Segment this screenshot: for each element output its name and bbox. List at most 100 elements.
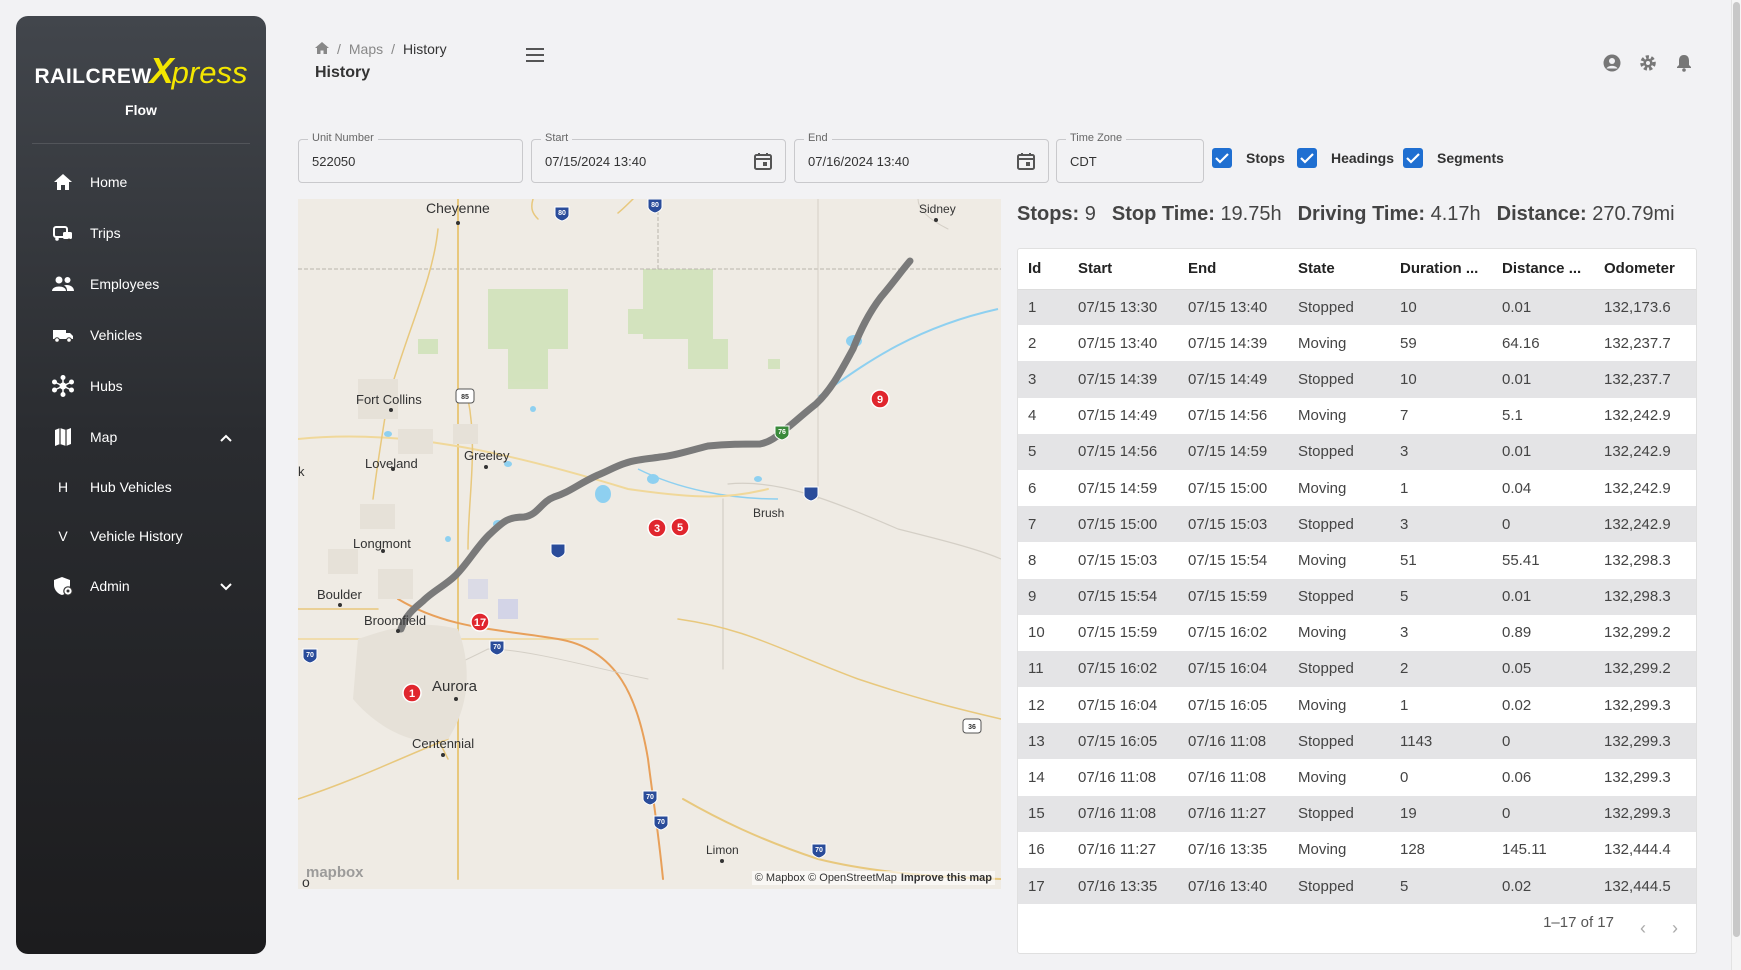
bell-icon[interactable] — [1673, 52, 1695, 74]
unit-number-input[interactable] — [299, 140, 522, 183]
calendar-icon[interactable] — [753, 151, 773, 176]
column-header-start[interactable]: Start — [1068, 249, 1178, 290]
app-logo[interactable]: RAILCREW Xpress — [35, 50, 248, 92]
time-zone-field[interactable]: Time Zone — [1056, 132, 1204, 183]
cell-odometer: 132,299.2 — [1604, 624, 1671, 642]
cell-duration: 51 — [1400, 551, 1417, 569]
column-header-end[interactable]: End — [1178, 249, 1288, 290]
calendar-icon[interactable] — [1016, 151, 1036, 176]
table-row[interactable]: 9 07/15 15:54 07/15 15:59 Stopped 5 0.01 132,2… — [1018, 578, 1696, 615]
cell-start: 07/16 11:08 — [1068, 795, 1178, 832]
table-row[interactable]: 1 07/15 13:30 07/15 13:40 Stopped 10 0.01 132,… — [1018, 289, 1696, 326]
end-date-field[interactable]: End — [794, 132, 1049, 183]
chevron-right-icon[interactable]: › — [1672, 918, 1678, 939]
route-map[interactable]: 80 80 85 76 70 70 70 70 70 36 Cheyenne S… — [298, 199, 1001, 889]
chevron-down-icon[interactable] — [220, 578, 232, 594]
check-icon[interactable] — [1297, 148, 1317, 168]
sidebar-item-hubs[interactable]: Hubs — [16, 360, 266, 411]
end-date-input[interactable] — [795, 140, 1048, 183]
table-row[interactable]: 6 07/15 14:59 07/15 15:00 Moving 1 0.04 132,24… — [1018, 470, 1696, 506]
stop-marker[interactable]: 3 — [647, 518, 667, 538]
unit-number-field[interactable]: Unit Number — [298, 132, 523, 183]
stops-checkbox-label: Stops — [1246, 150, 1285, 166]
stop-time-stat: Stop Time: 19.75h — [1112, 203, 1282, 226]
table-row[interactable]: 17 07/16 13:35 07/16 13:40 Stopped 5 0.02 132,… — [1018, 868, 1696, 905]
time-zone-label: Time Zone — [1066, 132, 1127, 144]
check-icon[interactable] — [1403, 148, 1423, 168]
cell-duration: 59 — [1400, 334, 1417, 352]
stops-checkbox[interactable]: Stops — [1212, 148, 1285, 168]
cell-odometer: 132,299.3 — [1594, 723, 1696, 760]
table-row[interactable]: 3 07/15 14:39 07/15 14:49 Stopped 10 0.01 132,… — [1018, 361, 1696, 398]
cell-odometer: 132,298.3 — [1594, 578, 1696, 615]
page-scrollbar[interactable] — [1731, 0, 1741, 970]
table-row[interactable]: 16 07/16 11:27 07/16 13:35 Moving 128 145.11 1… — [1018, 832, 1696, 868]
home-icon[interactable] — [315, 41, 329, 57]
table-row[interactable]: 12 07/15 16:04 07/15 16:05 Moving 1 0.02 132,2… — [1018, 687, 1696, 723]
sidebar-item-vehicles[interactable]: Vehicles — [16, 309, 266, 360]
sidebar-item-employees[interactable]: Employees — [16, 258, 266, 309]
sidebar-item-label: Home — [90, 173, 128, 190]
stop-marker[interactable]: 17 — [470, 612, 490, 632]
table-row[interactable]: 7 07/15 15:00 07/15 15:03 Stopped 3 0 132,242.… — [1018, 506, 1696, 543]
headings-checkbox[interactable]: Headings — [1297, 148, 1394, 168]
chevron-up-icon[interactable] — [220, 429, 232, 445]
stop-marker[interactable]: 1 — [402, 683, 422, 703]
cell-odometer: 132,237.7 — [1604, 334, 1671, 352]
column-header-duration[interactable]: Duration ... — [1390, 249, 1492, 290]
mapbox-logo[interactable]: mapbox — [306, 864, 364, 881]
account-icon[interactable] — [1601, 52, 1623, 74]
driving-time-stat-label: Driving Time: — [1297, 203, 1426, 225]
sidebar-item-hub-vehicles[interactable]: H Hub Vehicles — [16, 462, 266, 511]
gear-icon[interactable] — [1637, 52, 1659, 74]
time-zone-input[interactable] — [1057, 140, 1203, 183]
column-header-odometer[interactable]: Odometer — [1594, 249, 1696, 290]
column-header-id[interactable]: Id — [1018, 249, 1068, 290]
cell-end: 07/16 11:08 — [1188, 769, 1267, 787]
map-shield-label: 70 — [646, 794, 654, 801]
column-header-state[interactable]: State — [1288, 249, 1390, 290]
table-row[interactable]: 2 07/15 13:40 07/15 14:39 Moving 59 64.16 132,… — [1018, 325, 1696, 361]
table-row[interactable]: 13 07/15 16:05 07/16 11:08 Stopped 1143 0 132,… — [1018, 723, 1696, 760]
table-header-row: Id Start End State Duration ... Distance… — [1018, 249, 1696, 290]
svg-text:17: 17 — [474, 617, 486, 629]
improve-map-link[interactable]: Improve this map — [901, 872, 992, 884]
menu-toggle-button[interactable] — [526, 48, 544, 67]
cell-state: Moving — [1298, 334, 1347, 352]
start-date-field[interactable]: Start — [531, 132, 786, 183]
table-row[interactable]: 8 07/15 15:03 07/15 15:54 Moving 51 55.41 132,… — [1018, 542, 1696, 578]
sidebar-item-trips[interactable]: Trips — [16, 207, 266, 258]
cell-start: 07/15 14:39 — [1068, 361, 1178, 398]
table-row[interactable]: 15 07/16 11:08 07/16 11:27 Stopped 19 0 132,29… — [1018, 795, 1696, 832]
stop-marker[interactable]: 5 — [670, 517, 690, 537]
cell-odometer: 132,173.6 — [1594, 289, 1696, 326]
start-date-input[interactable] — [532, 140, 785, 183]
table-row[interactable]: 14 07/16 11:08 07/16 11:08 Moving 0 0.06 132,2… — [1018, 759, 1696, 795]
scrollbar-thumb[interactable] — [1733, 2, 1740, 937]
table-row[interactable]: 10 07/15 15:59 07/15 16:02 Moving 3 0.89 132,2… — [1018, 615, 1696, 651]
stop-marker[interactable]: 9 — [870, 389, 890, 409]
trip-stats: Stops: 9 Stop Time: 19.75h Driving Time:… — [1017, 203, 1675, 226]
sidebar-item-map[interactable]: Map — [16, 411, 266, 462]
sidebar-item-label: Trips — [90, 224, 121, 241]
breadcrumb-maps[interactable]: Maps — [349, 41, 383, 57]
segments-checkbox-label: Segments — [1437, 150, 1504, 166]
sidebar-item-admin[interactable]: Admin — [16, 560, 266, 611]
start-date-label: Start — [541, 132, 573, 144]
map-canvas[interactable]: 80 80 85 76 70 70 70 70 70 36 Cheyenne S… — [298, 199, 1001, 889]
table-row[interactable]: 5 07/15 14:56 07/15 14:59 Stopped 3 0.01 132,2… — [1018, 433, 1696, 470]
sidebar-item-vehicle-history[interactable]: V Vehicle History — [16, 511, 266, 560]
check-icon[interactable] — [1212, 148, 1232, 168]
column-header-distance[interactable]: Distance ... — [1492, 249, 1594, 290]
cell-state: Moving — [1298, 769, 1347, 787]
sidebar: RAILCREW Xpress Flow Home Trips Employees… — [16, 16, 266, 954]
table-row[interactable]: 11 07/15 16:02 07/15 16:04 Stopped 2 0.05 132,… — [1018, 650, 1696, 688]
cell-end: 07/15 14:39 — [1188, 334, 1268, 352]
chevron-left-icon[interactable]: ‹ — [1640, 918, 1646, 939]
table-row[interactable]: 4 07/15 14:49 07/15 14:56 Moving 7 5.1 132,242… — [1018, 398, 1696, 434]
breadcrumb-separator: / — [337, 41, 341, 57]
pagination-label: 1–17 of 17 — [1543, 914, 1614, 931]
city-label: Fort Collins — [356, 392, 422, 407]
sidebar-item-home[interactable]: Home — [16, 156, 266, 207]
segments-checkbox[interactable]: Segments — [1403, 148, 1504, 168]
